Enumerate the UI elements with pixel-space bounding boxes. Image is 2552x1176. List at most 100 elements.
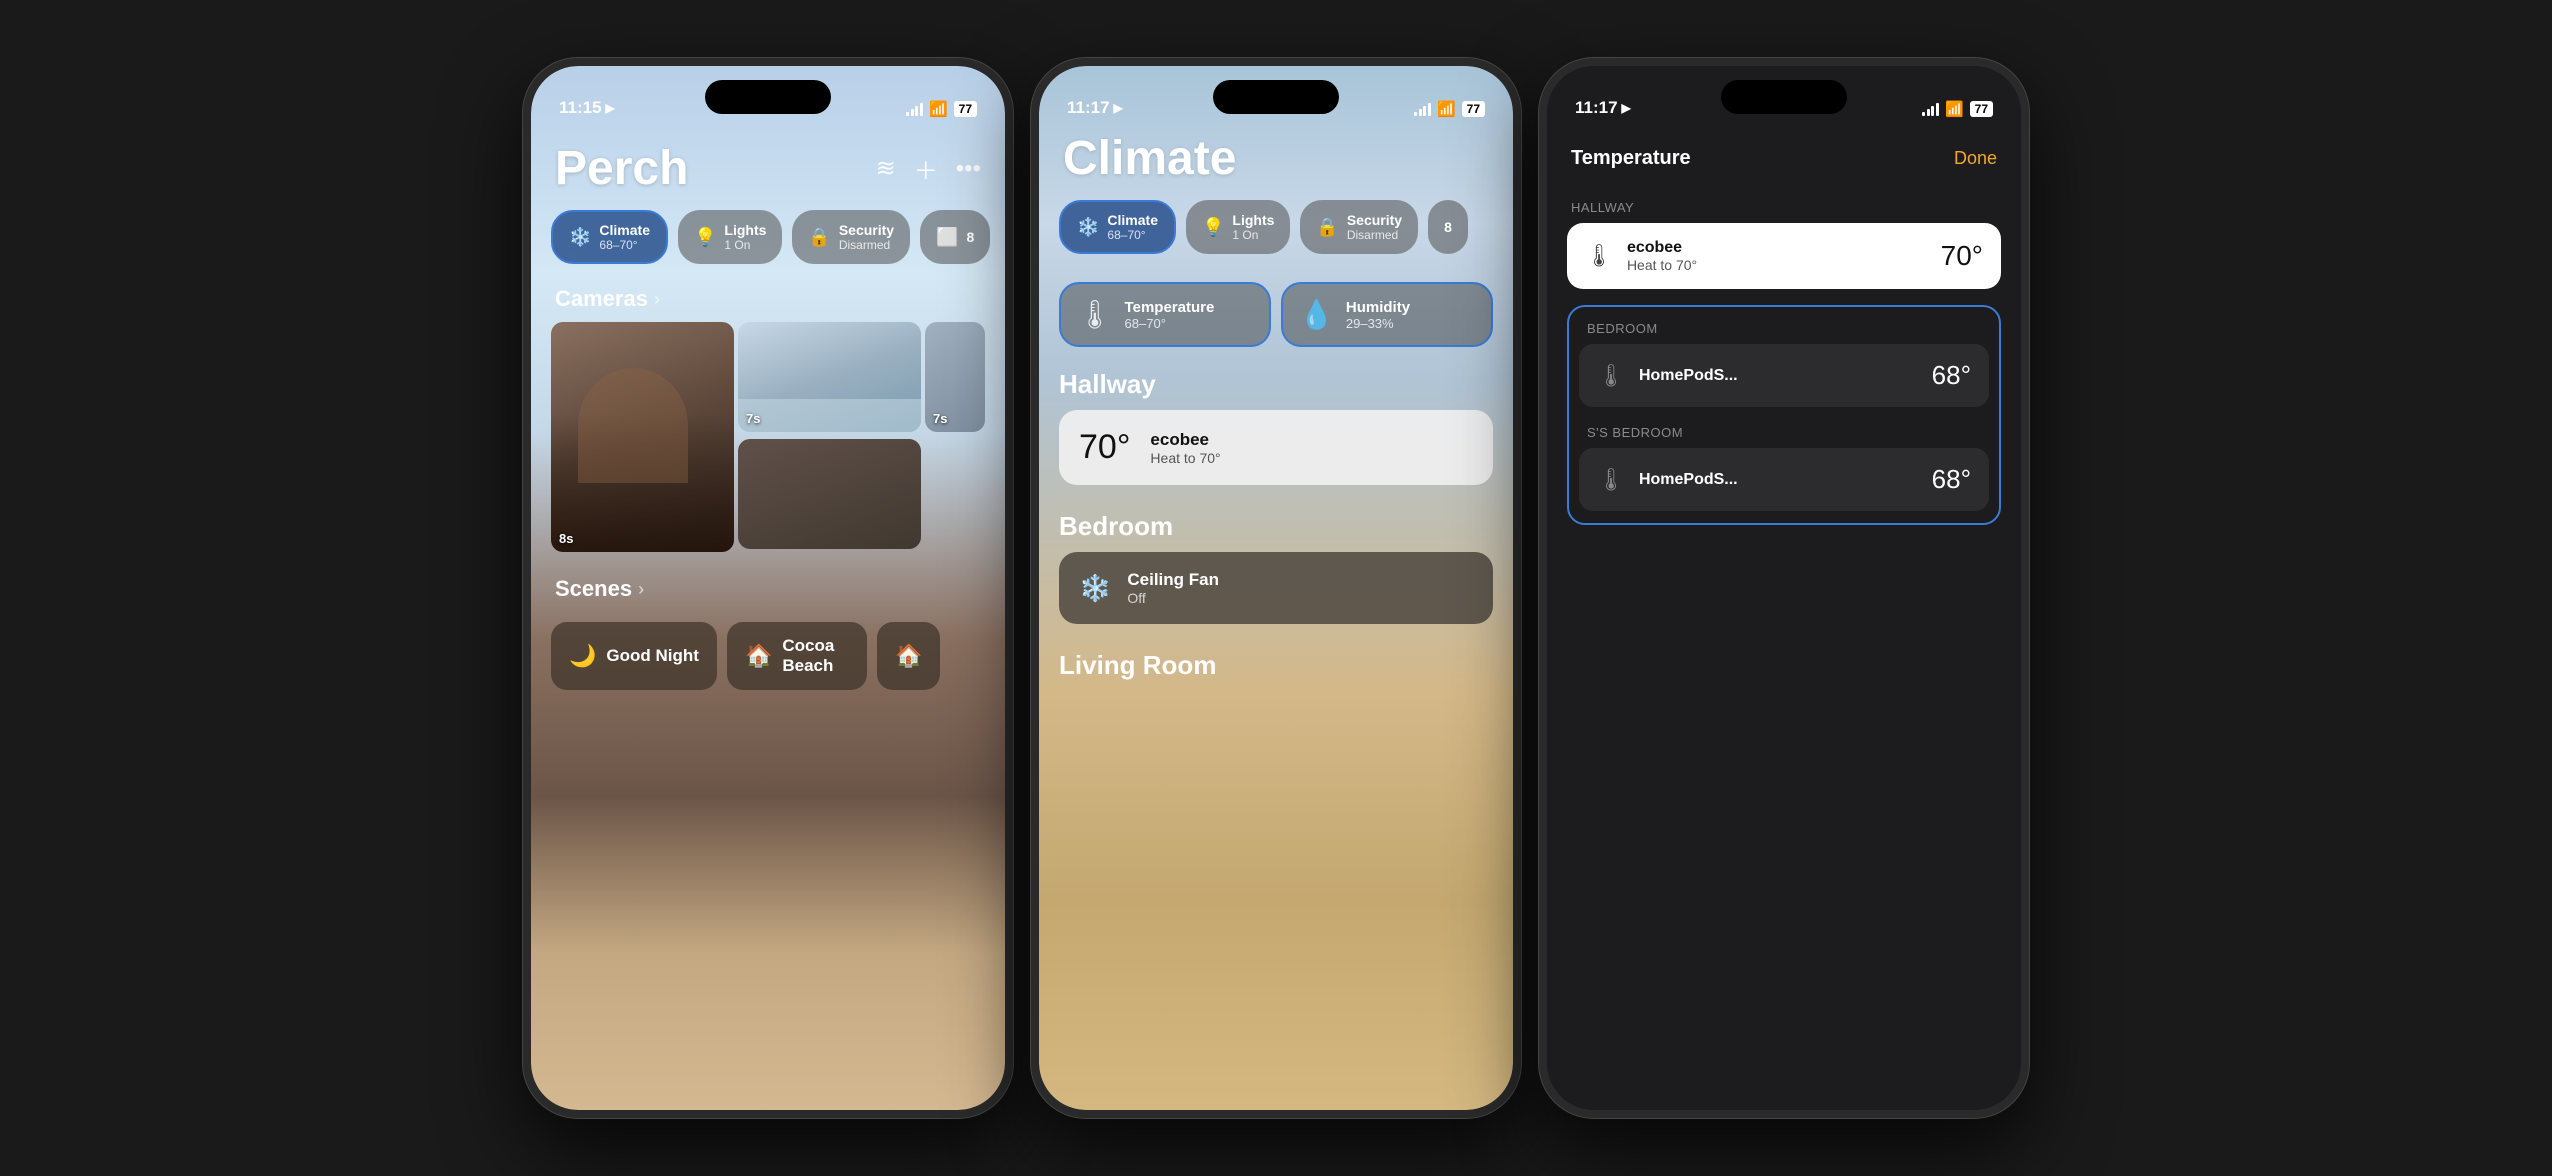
pill-climate-2[interactable]: ❄️ Climate 68–70°: [1059, 200, 1176, 254]
time-display-2: 11:17: [1067, 98, 1110, 118]
more-icon[interactable]: •••: [956, 155, 981, 183]
phone-2: 11:17 ▶ 📶 77 Climate ❄️ Climate 68–70°: [1031, 58, 1521, 1118]
hallway-title: Hallway: [1059, 369, 1493, 400]
bedroom-therm-icon: 🌡: [1597, 363, 1625, 389]
dynamic-island-3: [1721, 80, 1847, 114]
page-title-2: Climate: [1039, 122, 1260, 185]
cocoa-beach-label: Cocoa: [782, 636, 834, 656]
cameras-section-header: Cameras ›: [531, 278, 1005, 322]
status-time-1: 11:15 ▶: [559, 98, 615, 118]
pill-label-more-2: 8: [1444, 219, 1452, 235]
humidity-label: Humidity: [1346, 299, 1410, 316]
battery-badge-2: 77: [1462, 101, 1485, 117]
pill-sub-climate-1: 68–70°: [599, 238, 650, 252]
scene-good-night[interactable]: 🌙 Good Night: [551, 622, 717, 690]
camera-cell-1[interactable]: 8s: [551, 322, 734, 552]
battery-badge-3: 77: [1970, 101, 1993, 117]
status-icons-1: 📶 77: [906, 100, 977, 118]
hallway-ecobee-name: ecobee: [1627, 239, 1927, 257]
pill-sub-lights-1: 1 On: [724, 238, 766, 252]
scenes-title: Scenes: [555, 576, 632, 602]
camera-timer-3: 7s: [933, 411, 947, 426]
cocoa-beach-icon: 🏠: [745, 643, 772, 669]
wifi-icon-1: 📶: [929, 100, 948, 118]
status-icons-3: 📶 77: [1922, 100, 1993, 118]
category-pills-2: ❄️ Climate 68–70° 💡 Lights 1 On 🔒: [1039, 186, 1513, 268]
temperature-value: 68–70°: [1125, 316, 1215, 331]
phone-1: 11:15 ▶ 📶 77 Perch ≋ ＋ •••: [523, 58, 1013, 1118]
ecobee-name: ecobee: [1150, 430, 1220, 450]
hallway-ecobee-temp: 70°: [1941, 240, 1983, 272]
phone-3: 11:17 ▶ 📶 77 Temperature Done HALLWAY 🌡: [1539, 58, 2029, 1118]
pill-sub-security-2: Disarmed: [1347, 228, 1402, 242]
pill-climate-1[interactable]: ❄️ Climate 68–70°: [551, 210, 668, 264]
bedroom-homepod-name: HomePodS...: [1639, 367, 1918, 385]
ecobee-temp: 70°: [1079, 428, 1130, 467]
living-room-section: Living Room: [1039, 642, 1513, 699]
camera-cell-2[interactable]: 7s: [738, 322, 921, 432]
pill-label-lights-2: Lights: [1232, 212, 1274, 228]
phone1-header: Perch ≋ ＋ •••: [531, 131, 1005, 196]
ecobee-card[interactable]: 70° ecobee Heat to 70°: [1059, 410, 1493, 485]
bedroom-homepod-row[interactable]: 🌡 HomePodS... 68°: [1579, 344, 1989, 407]
scene-cocoa-beach[interactable]: 🏠 Cocoa Beach: [727, 622, 867, 690]
temp-header: Temperature Done: [1547, 131, 2021, 190]
scene-pills: 🌙 Good Night 🏠 Cocoa Beach 🏠: [531, 612, 1005, 700]
bedroom-homepod-temp: 68°: [1932, 360, 1971, 391]
scene3-icon: 🏠: [895, 643, 922, 669]
pill-lights-1[interactable]: 💡 Lights 1 On: [678, 210, 782, 264]
humidity-value: 29–33%: [1346, 316, 1410, 331]
fan-icon: ❄️: [1079, 573, 1111, 604]
hallway-ecobee-row[interactable]: 🌡 ecobee Heat to 70° 70°: [1567, 223, 2001, 289]
pill-more-1[interactable]: ⬜ 8: [920, 210, 990, 264]
pill-lights-2[interactable]: 💡 Lights 1 On: [1186, 200, 1290, 254]
header-icons-1: ≋ ＋ •••: [876, 151, 981, 186]
location-arrow-icon-1: ▶: [606, 101, 615, 115]
signal-icon-3: [1922, 102, 1939, 116]
pill-more-2[interactable]: 8: [1428, 200, 1468, 254]
security-icon-2: 🔒: [1316, 217, 1338, 238]
temp-humidity-row: 🌡 Temperature 68–70° 💧 Humidity 29–33%: [1039, 268, 1513, 361]
temperature-icon: 🌡: [1077, 298, 1113, 331]
humidity-metric[interactable]: 💧 Humidity 29–33%: [1281, 282, 1493, 347]
add-icon[interactable]: ＋: [914, 151, 938, 186]
phone2-content: Climate ❄️ Climate 68–70° 💡 Lights 1 On: [1039, 66, 1513, 1110]
bedroom-group-title: BEDROOM: [1569, 311, 1999, 344]
hallway-group: HALLWAY 🌡 ecobee Heat to 70° 70°: [1547, 190, 2021, 301]
security-icon-1: 🔒: [808, 227, 830, 248]
fan-name: Ceiling Fan: [1127, 570, 1219, 590]
ceiling-fan-card[interactable]: ❄️ Ceiling Fan Off: [1059, 552, 1493, 624]
camera-timer-2: 7s: [746, 411, 760, 426]
ss-bedroom-homepod-row[interactable]: 🌡 HomePodS... 68°: [1579, 448, 1989, 511]
location-arrow-icon-2: ▶: [1114, 101, 1123, 115]
pill-sub-lights-2: 1 On: [1232, 228, 1274, 242]
camera-cell-3[interactable]: 7s: [925, 322, 985, 432]
done-button[interactable]: Done: [1954, 148, 1997, 169]
ecobee-status: Heat to 70°: [1150, 450, 1220, 466]
waveform-icon[interactable]: ≋: [876, 154, 896, 183]
wifi-icon-2: 📶: [1437, 100, 1456, 118]
pill-label-lights-1: Lights: [724, 222, 766, 238]
more-pill-icon-1: ⬜: [936, 227, 958, 248]
dynamic-island-2: [1213, 80, 1339, 114]
cocoa-beach-label2: Beach: [782, 656, 834, 676]
status-time-3: 11:17 ▶: [1575, 98, 1631, 118]
pill-security-1[interactable]: 🔒 Security Disarmed: [792, 210, 910, 264]
pill-security-2[interactable]: 🔒 Security Disarmed: [1300, 200, 1418, 254]
page-title-1: Perch: [555, 141, 688, 196]
ss-bedroom-therm-icon: 🌡: [1597, 467, 1625, 493]
signal-icon-1: [906, 102, 923, 116]
camera-cell-4[interactable]: [738, 439, 921, 549]
scene-3[interactable]: 🏠: [877, 622, 940, 690]
pill-label-more-1: 8: [967, 229, 975, 245]
pill-label-security-2: Security: [1347, 212, 1402, 228]
dynamic-island-1: [705, 80, 831, 114]
camera-timer-1: 8s: [559, 531, 573, 546]
hallway-section: Hallway 70° ecobee Heat to 70°: [1039, 361, 1513, 503]
ss-bedroom-homepod-temp: 68°: [1932, 464, 1971, 495]
time-display-1: 11:15: [559, 98, 602, 118]
living-room-title: Living Room: [1059, 650, 1493, 681]
scenes-chevron-icon: ›: [638, 579, 644, 600]
temperature-metric[interactable]: 🌡 Temperature 68–70°: [1059, 282, 1271, 347]
camera-grid: 8s 7s 7s: [531, 322, 1005, 552]
